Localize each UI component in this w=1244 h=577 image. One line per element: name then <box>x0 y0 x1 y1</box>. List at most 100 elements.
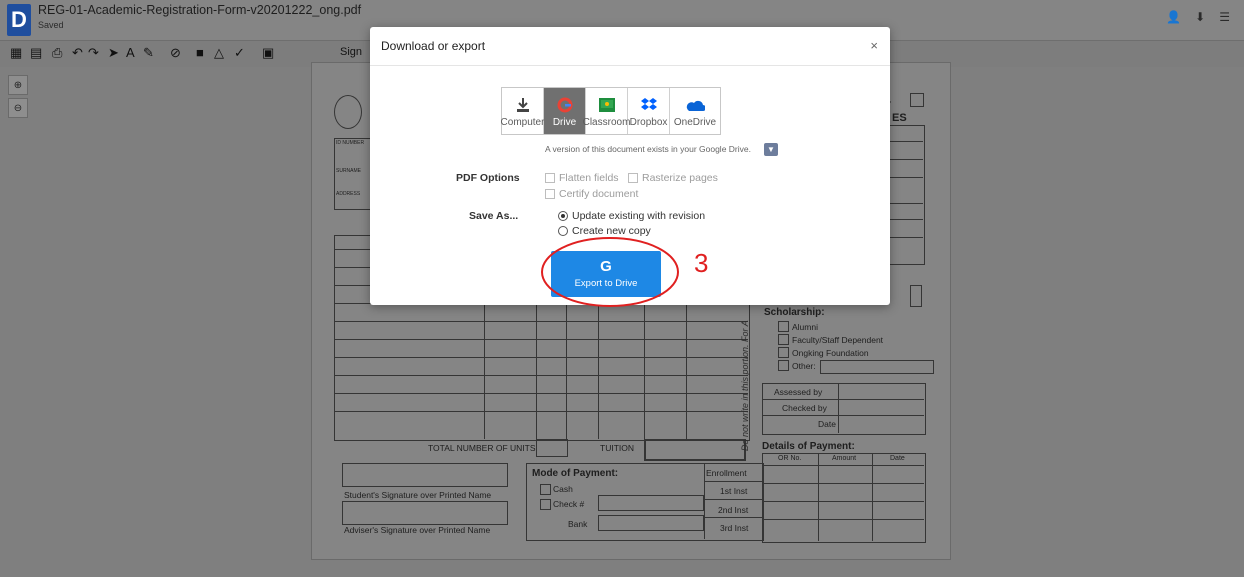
destination-label: Dropbox <box>629 117 668 128</box>
certify-document-option[interactable]: Certify document <box>545 188 638 200</box>
rasterize-pages-label: Rasterize pages <box>642 172 718 184</box>
total-units-label: TOTAL NUMBER OF UNITS <box>428 443 536 453</box>
check-label: Check # <box>553 499 585 509</box>
user-add-icon[interactable]: 👤 <box>1166 10 1181 24</box>
cash-checkbox[interactable] <box>540 484 551 495</box>
checked-by-label: Checked by <box>782 403 827 413</box>
page-checkbox[interactable] <box>910 93 924 107</box>
download-icon <box>516 95 530 115</box>
annotation-step-3: 3 <box>694 248 709 278</box>
highlight-icon[interactable]: △ <box>214 45 224 61</box>
save-as-label: Save As... <box>469 210 519 222</box>
faculty-label: Faculty/Staff Dependent <box>792 335 884 345</box>
tuition-label: TUITION <box>600 443 634 453</box>
menu-icon[interactable]: ☰ <box>1219 10 1230 24</box>
annotation-circle-export <box>541 237 679 307</box>
pointer-icon[interactable]: ➤ <box>108 45 119 61</box>
download-icon[interactable]: ⬇ <box>1195 10 1205 24</box>
dropbox-icon <box>640 95 657 115</box>
google-drive-icon <box>557 95 573 115</box>
top-right-controls: 👤 ⬇ ☰ <box>1166 10 1230 24</box>
other-field[interactable] <box>820 360 934 374</box>
school-seal-icon <box>334 95 362 129</box>
or-no-column-header: OR No. <box>778 455 802 462</box>
pen-icon[interactable]: ✎ <box>143 45 154 61</box>
chevron-down-icon[interactable]: ▼ <box>764 143 778 156</box>
enrollment-label: Enrollment <box>706 468 747 478</box>
text-tool-icon[interactable]: A <box>126 45 135 61</box>
student-signature-box[interactable] <box>342 463 508 487</box>
sign-menu[interactable]: Sign <box>340 46 362 58</box>
destination-label: Computer <box>500 117 545 128</box>
redo-icon[interactable]: ↷ <box>88 45 99 61</box>
dialog-header: Download or export × <box>370 27 890 66</box>
bank-label: Bank <box>568 519 588 529</box>
grid-icon[interactable]: ▤ <box>30 45 42 61</box>
alumni-checkbox[interactable] <box>778 321 789 332</box>
adviser-signature-box[interactable] <box>342 501 508 525</box>
cash-label: Cash <box>553 484 573 494</box>
office-use-note: Do not write in this portion. For A <box>740 320 750 451</box>
destination-label: Drive <box>552 117 577 128</box>
assessed-by-label: Assessed by <box>774 387 823 397</box>
certify-document-label: Certify document <box>559 188 639 200</box>
mode-of-payment-label: Mode of Payment: <box>532 468 619 479</box>
second-installment-label: 2nd Inst <box>718 505 749 515</box>
alumni-label: Alumni <box>792 322 818 332</box>
adviser-signature-label: Adviser's Signature over Printed Name <box>344 525 491 535</box>
flatten-fields-checkbox[interactable] <box>545 173 555 183</box>
undo-icon[interactable]: ↶ <box>72 45 83 61</box>
image-icon[interactable]: ▣ <box>262 45 274 61</box>
app-logo[interactable]: D <box>7 4 31 36</box>
destination-drive[interactable]: Drive <box>544 88 586 134</box>
faculty-checkbox[interactable] <box>778 334 789 345</box>
flatten-fields-label: Flatten fields <box>559 172 619 184</box>
dialog-title: Download or export <box>381 39 486 53</box>
update-existing-label: Update existing with revision <box>572 210 706 222</box>
payment-details-table <box>762 453 926 543</box>
other-checkbox[interactable] <box>778 360 789 371</box>
form-header-fragment-2: ES <box>892 112 907 124</box>
zoom-in-icon[interactable]: ⊕ <box>8 75 28 95</box>
export-destinations: Computer Drive Classroom Dropbox OneDriv… <box>501 87 721 135</box>
tuition-field[interactable] <box>644 439 746 461</box>
date-column-header: Date <box>890 455 905 462</box>
destination-onedrive[interactable]: OneDrive <box>670 88 720 134</box>
date-label: Date <box>818 419 836 429</box>
surname-label: SURNAME <box>336 168 362 174</box>
close-icon[interactable]: × <box>870 38 878 53</box>
checkmark-icon[interactable]: ✓ <box>234 45 245 61</box>
destination-label: OneDrive <box>673 117 717 128</box>
print-icon[interactable]: ⎙ <box>52 45 62 61</box>
flatten-fields-option[interactable]: Flatten fields <box>545 172 619 184</box>
scholarship-label: Scholarship: <box>764 307 825 318</box>
update-existing-radio[interactable] <box>558 211 568 221</box>
check-checkbox[interactable] <box>540 499 551 510</box>
check-number-field[interactable] <box>598 495 704 511</box>
destination-classroom[interactable]: Classroom <box>583 88 630 134</box>
total-units-field[interactable] <box>536 439 568 457</box>
zoom-out-icon[interactable]: ⊖ <box>8 98 28 118</box>
document-title[interactable]: REG-01-Academic-Registration-Form-v20201… <box>38 3 361 17</box>
drive-version-notice: A version of this document exists in you… <box>545 144 751 154</box>
details-of-payment-label: Details of Payment: <box>762 441 855 452</box>
thumbnails-icon[interactable]: ▦ <box>10 45 22 61</box>
eraser-icon[interactable]: ⊘ <box>170 45 181 61</box>
amount-column-header: Amount <box>832 455 857 462</box>
onedrive-icon <box>685 95 705 115</box>
scroll-stub <box>910 285 922 307</box>
first-installment-label: 1st Inst <box>720 486 748 496</box>
rasterize-pages-checkbox[interactable] <box>628 173 638 183</box>
comment-icon[interactable]: ■ <box>196 45 204 61</box>
bank-field[interactable] <box>598 515 704 531</box>
ongking-label: Ongking Foundation <box>792 348 869 358</box>
rasterize-pages-option[interactable]: Rasterize pages <box>628 172 718 184</box>
certify-document-checkbox[interactable] <box>545 189 555 199</box>
update-existing-option[interactable]: Update existing with revision <box>558 210 705 222</box>
third-installment-label: 3rd Inst <box>720 523 749 533</box>
ongking-checkbox[interactable] <box>778 347 789 358</box>
destination-dropbox[interactable]: Dropbox <box>628 88 670 134</box>
id-number-label: ID NUMBER <box>336 140 365 146</box>
address-label: ADDRESS <box>336 191 361 197</box>
destination-computer[interactable]: Computer <box>500 88 545 134</box>
